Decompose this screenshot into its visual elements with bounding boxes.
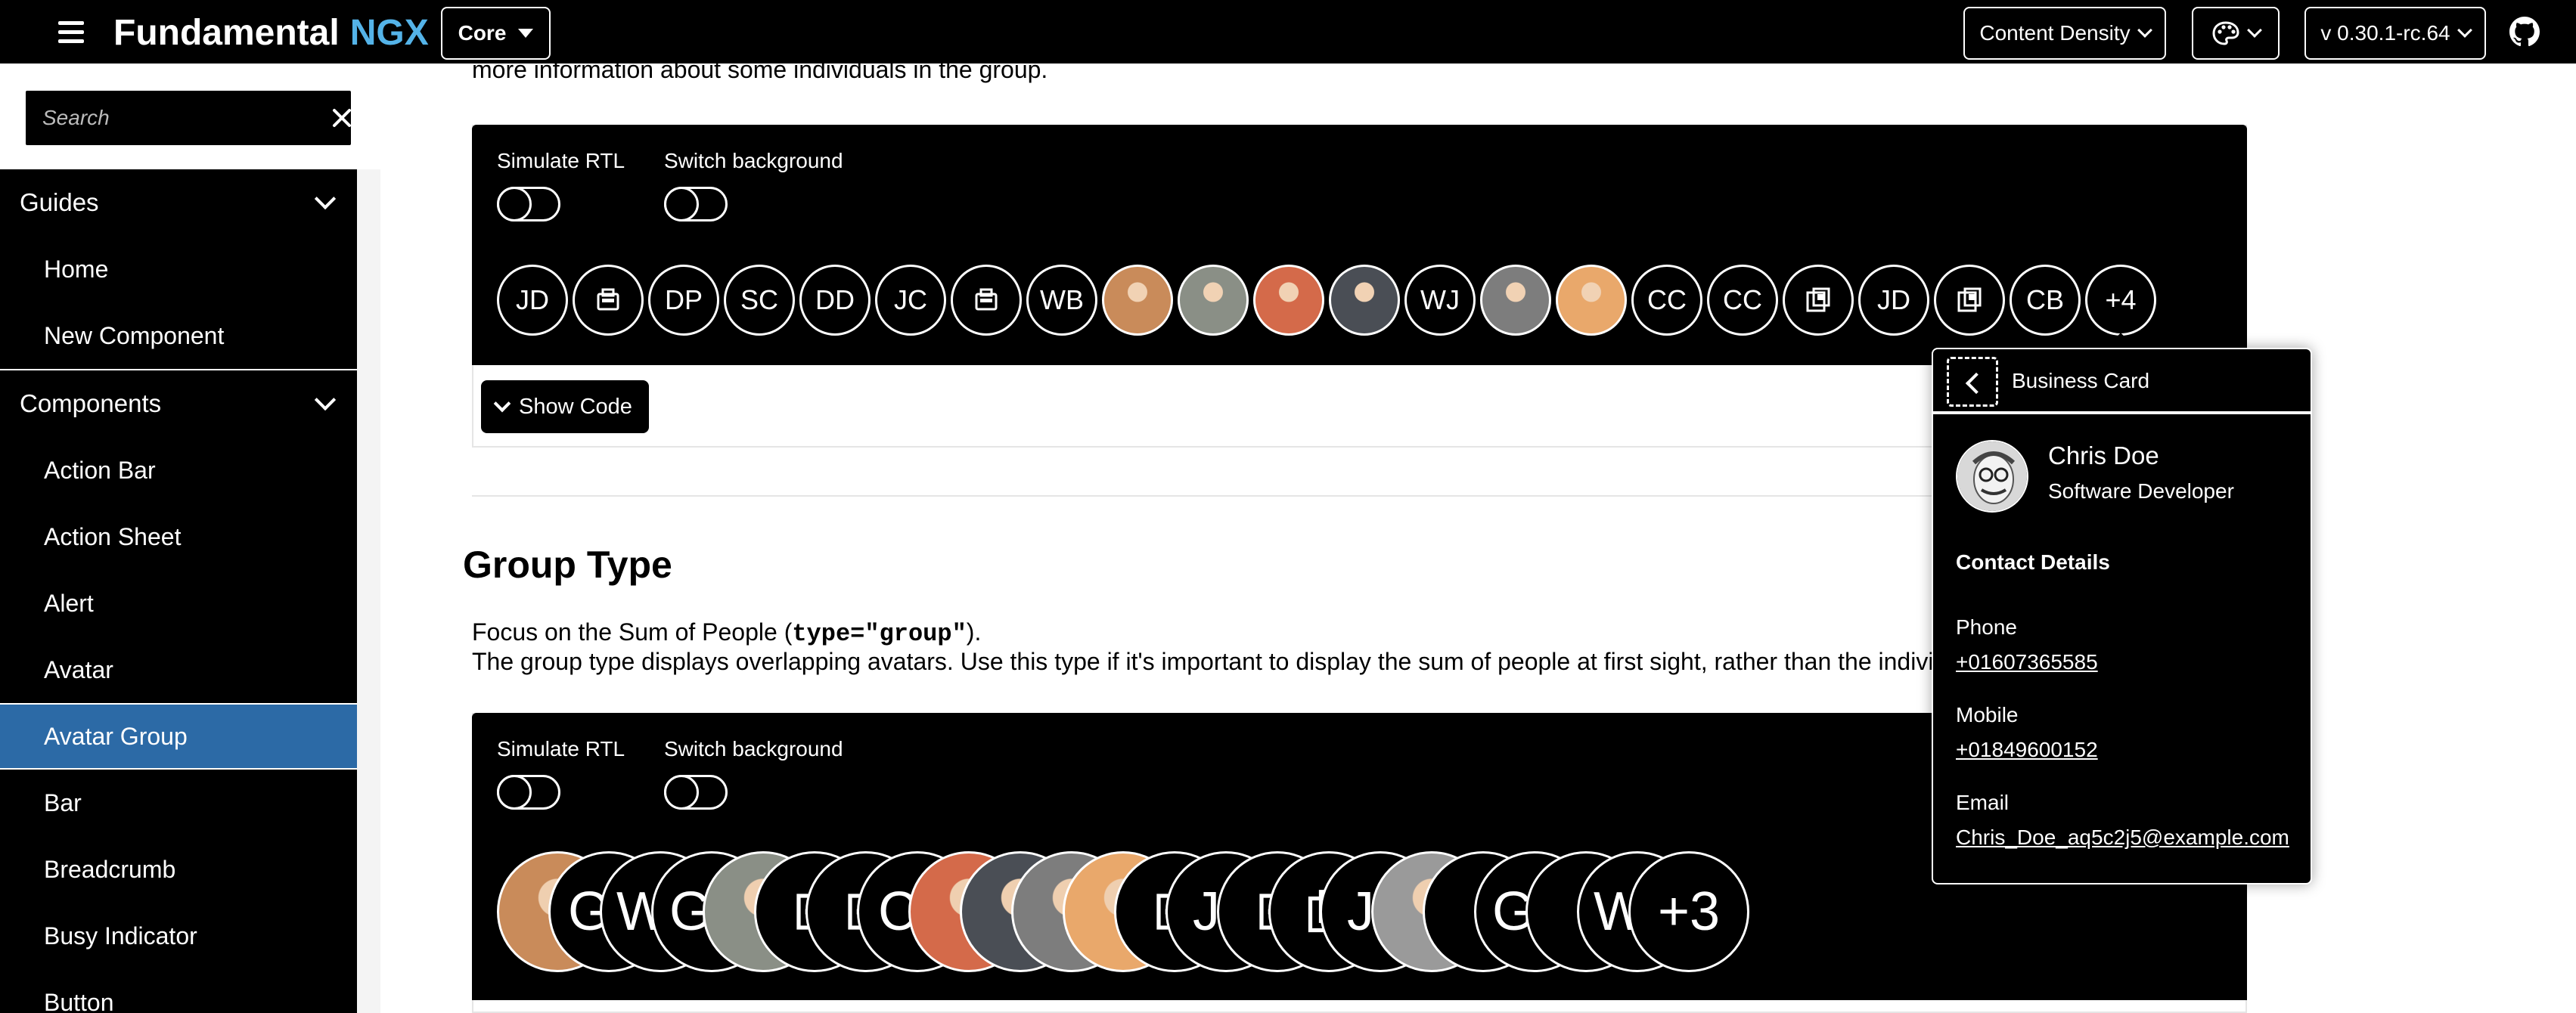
sidebar-item-action-bar[interactable]: Action Bar [0,437,357,503]
contact-details-heading: Contact Details [1956,550,2110,574]
avatar-initials[interactable]: WB [1026,265,1097,336]
overflow-count-button[interactable]: +3 [1628,851,1749,972]
switch-background-switch[interactable] [664,187,728,221]
avatar-initials[interactable]: JD [1858,265,1929,336]
palette-icon [2212,21,2239,45]
product-label: Core [458,21,507,45]
nav-group-label: Components [20,389,162,417]
shellbar: Fundamental NGX Core Content Density v 0.… [0,0,2576,64]
sidebar-item-busy-indicator[interactable]: Busy Indicator [0,903,357,969]
sidebar-item-new-component[interactable]: New Component [0,302,357,369]
section-description: Focus on the Sum of People (type="group"… [472,618,1974,676]
avatar [1956,440,2028,513]
placeholder-avatar-icon[interactable] [1934,265,2005,336]
brand-accent: NGX [349,13,429,53]
github-icon[interactable] [2509,17,2540,47]
popover-header: Business Card [1933,349,2311,414]
business-card-popover: Business Card Chris Doe Software Develop… [1932,348,2312,884]
avatar-photo[interactable] [1556,265,1627,336]
menu-icon[interactable] [51,17,91,47]
content-density-button[interactable]: Content Density [1963,7,2166,60]
phone-link[interactable]: +01607365585 [1956,650,2098,674]
overflow-count-button[interactable]: +4 [2085,265,2156,336]
section-title: Group Type [463,544,672,586]
caret-down-icon [518,29,534,38]
avatar-initials[interactable]: CB [2010,265,2081,336]
mobile-label: Mobile [1956,703,2019,726]
sidebar-item-avatar[interactable]: Avatar [0,637,357,703]
placeholder-avatar-icon[interactable] [1783,265,1854,336]
placeholder-avatar-icon[interactable] [951,265,1022,336]
avatar-initials[interactable]: JC [875,265,946,336]
nav-group-label: Guides [20,188,99,216]
simulate-rtl-switch[interactable] [497,775,560,810]
sidebar-gutter [357,169,380,1013]
sidebar-item-action-sheet[interactable]: Action Sheet [0,503,357,570]
mobile-link[interactable]: +01849600152 [1956,738,2098,762]
brand-main: Fundamental [113,13,340,53]
avatar-photo[interactable] [1329,265,1400,336]
simulate-rtl-label: Simulate RTL [497,149,625,172]
avatar-photo[interactable] [1178,265,1249,336]
chevron-down-icon [493,395,511,413]
popover-title: Business Card [2012,369,2150,392]
sidebar-item-button[interactable]: Button [0,969,357,1013]
avatar-group-overlapping[interactable]: GDWBGOCCJCJCGOWB+3 [497,851,1749,975]
placeholder-avatar-icon[interactable] [573,265,644,336]
theme-button[interactable] [2192,7,2280,60]
version-button[interactable]: v 0.30.1-rc.64 [2304,7,2486,60]
sidebar-item-alert[interactable]: Alert [0,570,357,637]
nav-group-components[interactable]: Components [0,370,357,437]
switch-background-switch[interactable] [664,775,728,810]
avatar-initials[interactable]: CC [1631,265,1702,336]
product-switch-button[interactable]: Core [441,7,551,60]
version-label: v 0.30.1-rc.64 [2320,21,2450,45]
avatar-photo[interactable] [1102,265,1173,336]
contact-role: Software Developer [2048,479,2234,503]
email-link[interactable]: Chris_Doe_aq5c2j5@example.com [1956,826,2289,850]
nav-group-guides[interactable]: Guides [0,169,357,236]
search-input[interactable]: Search [26,91,351,145]
avatar-initials[interactable]: SC [724,265,795,336]
demo-individual-avatar-group: Simulate RTL Switch background JD DP SC DD J… [472,125,2247,365]
close-icon[interactable] [331,107,352,129]
show-code-label: Show Code [519,394,632,419]
switch-background-label: Switch background [664,737,843,761]
description-line-2: The group type displays overlapping avat… [472,648,1974,675]
avatar-group-individual: JD DP SC DD JC WB WJ CC CC JD CB +4 [497,265,2156,336]
sidebar-item-breadcrumb[interactable]: Breadcrumb [0,836,357,903]
side-navigation: Guides Home New Component Components Act… [0,169,357,1013]
avatar-initials[interactable]: DD [799,265,871,336]
avatar-photo[interactable] [1253,265,1324,336]
chevron-down-icon [2247,23,2262,38]
intro-text: more information about some individuals … [472,56,1048,83]
chevron-down-icon [2137,23,2152,38]
search-placeholder: Search [42,106,110,129]
content-density-label: Content Density [1979,21,2131,45]
avatar-initials[interactable]: CC [1707,265,1778,336]
avatar-initials[interactable]: WJ [1404,265,1476,336]
avatar-initials[interactable]: JD [497,265,568,336]
simulate-rtl-label: Simulate RTL [497,737,625,761]
show-code-button[interactable]: Show Code [481,380,649,433]
person-photo-icon [1957,441,2027,511]
sidebar-item-bar[interactable]: Bar [0,770,357,836]
chevron-down-icon [314,389,337,411]
avatar-initials[interactable]: DP [648,265,719,336]
contact-name: Chris Doe [2048,441,2159,469]
phone-label: Phone [1956,615,2017,639]
description-text: Focus on the Sum of People ( [472,618,793,646]
chevron-down-icon [314,187,337,210]
avatar-photo[interactable] [1480,265,1551,336]
sidebar-item-home[interactable]: Home [0,236,357,302]
brand-logo[interactable]: Fundamental NGX [113,12,429,54]
description-text: ). [966,618,982,646]
sidebar-item-avatar-group[interactable]: Avatar Group [0,703,357,770]
email-label: Email [1956,791,2010,814]
switch-background-label: Switch background [664,149,843,172]
chevron-down-icon [2457,23,2472,38]
simulate-rtl-switch[interactable] [497,187,560,221]
code-snippet: type="group" [792,620,967,648]
back-icon[interactable] [1947,357,1998,407]
